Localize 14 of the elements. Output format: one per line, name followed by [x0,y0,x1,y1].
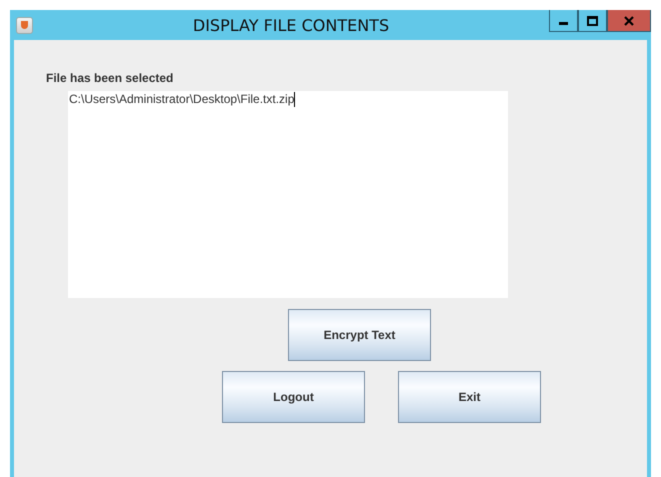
text-caret [294,92,296,107]
encrypt-button[interactable]: Encrypt Text [288,309,431,361]
close-button[interactable] [607,10,651,32]
logout-button[interactable]: Logout [222,371,365,423]
status-label: File has been selected [46,71,174,85]
maximize-button[interactable] [578,10,607,32]
window-title: DISPLAY FILE CONTENTS [192,16,390,34]
minimize-icon [559,22,568,24]
minimize-button[interactable] [549,10,578,32]
text-area[interactable]: C:\Users\Administrator\Desktop\File.txt.zip [68,91,508,298]
exit-button[interactable]: Exit [398,371,541,423]
maximize-icon [587,16,598,26]
close-icon [624,16,634,26]
file-path-text: C:\Users\Administrator\Desktop\File.txt.zip [69,91,294,107]
